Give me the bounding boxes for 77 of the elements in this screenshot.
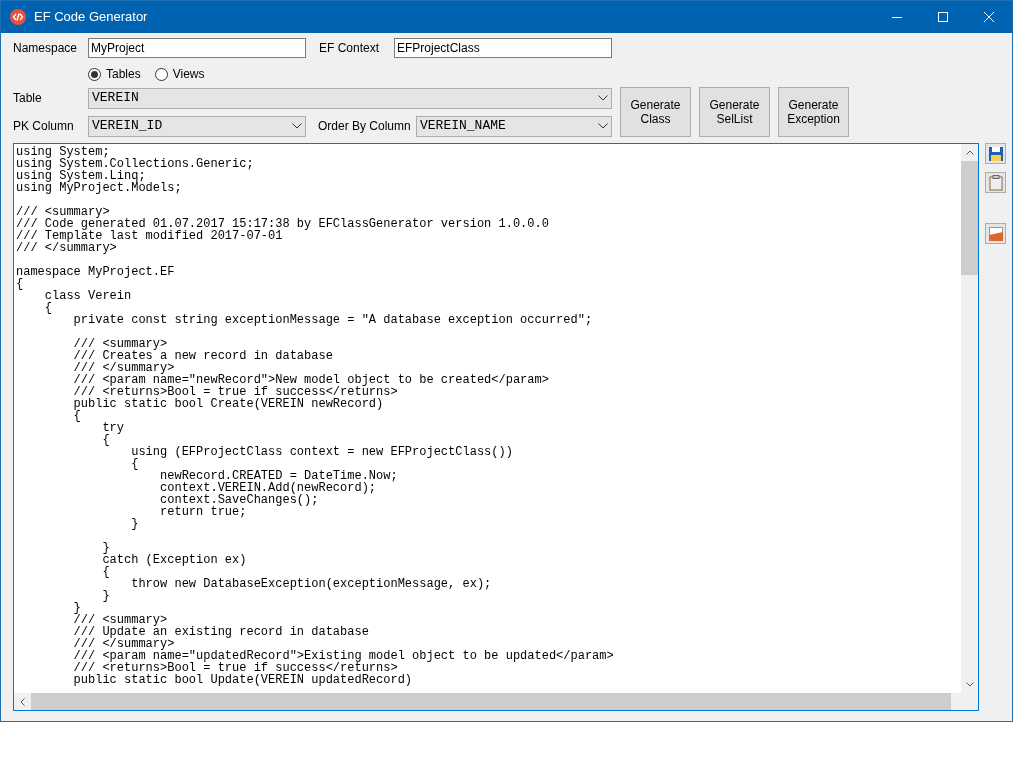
scrollbar-thumb[interactable] <box>961 161 978 275</box>
vertical-scrollbar[interactable] <box>961 144 978 693</box>
radio-option[interactable]: Views <box>154 65 205 83</box>
code-line: throw new DatabaseException(exceptionMessage, ex); <box>130 577 492 591</box>
code-line: /// </summary> <box>72 361 175 375</box>
code-line: context.SaveChanges(); <box>159 493 319 507</box>
code-line: catch (Exception ex) <box>101 553 247 567</box>
ef-context-field[interactable]: EFProjectClass <box>394 38 612 58</box>
radio-button[interactable] <box>154 67 168 81</box>
code-line: newRecord.CREATED = DateTime.Now; <box>159 469 398 483</box>
code-line: } <box>130 517 139 531</box>
clipboard-icon <box>988 174 1003 191</box>
chevron-down-icon <box>598 123 608 129</box>
code-line: namespace MyProject.EF <box>16 265 175 279</box>
code-line: /// </summary> <box>72 637 175 651</box>
field-label: Order By Column <box>318 118 412 135</box>
code-editor[interactable] <box>13 143 979 711</box>
code-line: using System.Linq; <box>16 169 146 183</box>
code-line: } <box>101 541 110 555</box>
order-by-dropdown[interactable]: VEREIN_NAME <box>416 115 612 137</box>
code-line: { <box>101 433 110 447</box>
code-line: /// <returns>Bool = true if success</returns> <box>72 385 398 399</box>
code-line: /// Template last modified 2017-07-01 <box>16 229 283 243</box>
code-line: public static bool Update(VEREIN updatedRecord) <box>72 673 413 687</box>
window-title: EF Code Generator <box>34 8 148 27</box>
code-line: using MyProject.Models; <box>16 181 182 195</box>
field-label: Namespace <box>13 40 79 57</box>
code-line: /// Creates a new record in database <box>72 349 333 363</box>
code-line: using System; <box>16 145 110 159</box>
minimize-icon <box>892 16 902 18</box>
code-line: /// <param name="newRecord">New model object to be created</param> <box>72 373 549 387</box>
code-line: using System.Collections.Generic; <box>16 157 254 171</box>
copy-button[interactable] <box>985 172 1006 193</box>
code-line: try <box>101 421 125 435</box>
code-line: return true; <box>159 505 247 519</box>
close-icon <box>984 12 994 22</box>
code-line: private const string exceptionMessage = "A database exception occurred"; <box>72 313 593 327</box>
code-line: using (EFProjectClass context = new EFProjectClass()) <box>130 445 513 459</box>
chevron-down-icon <box>598 95 608 101</box>
table-dropdown[interactable]: VEREIN <box>88 87 612 109</box>
radio-button[interactable] <box>88 67 101 81</box>
radio-option[interactable]: Tables <box>88 65 141 83</box>
scroll-left-icon <box>20 697 25 706</box>
code-line: /// </summary> <box>16 241 117 255</box>
code-line: /// Update an existing record in database <box>72 625 369 639</box>
eraser-icon <box>987 225 1004 242</box>
code-line: } <box>72 601 81 615</box>
code-icon <box>10 9 26 25</box>
chevron-down-icon <box>292 123 302 129</box>
code-line: public static bool Create(VEREIN newRecord) <box>72 397 384 411</box>
code-line: { <box>16 277 24 291</box>
code-line: /// <param name="updatedRecord">Existing model object to be updated</param> <box>72 649 614 663</box>
code-line: { <box>72 409 81 423</box>
code-line: { <box>101 565 110 579</box>
code-line: { <box>43 301 52 315</box>
code-line: /// <returns>Bool = true if success</returns> <box>72 661 398 675</box>
field-label: Table <box>13 90 43 107</box>
generate-button[interactable]: Generate Exception <box>778 87 849 137</box>
code-line: context.VEREIN.Add(newRecord); <box>159 481 377 495</box>
generate-button[interactable]: Generate SelList <box>699 87 770 137</box>
code-line: /// Code generated 01.07.2017 15:17:38 by EFClassGenerator version 1.0.0.0 <box>16 217 549 231</box>
code-line: /// <summary> <box>72 613 168 627</box>
code-line: { <box>130 457 139 471</box>
field-label: EF Context <box>319 40 381 57</box>
generate-button[interactable]: Generate Class <box>620 87 691 137</box>
clear-button[interactable] <box>985 223 1006 244</box>
scroll-up-icon <box>965 150 974 155</box>
field-label: PK Column <box>13 118 75 135</box>
code-line: /// <summary> <box>16 205 110 219</box>
pk-column-dropdown[interactable]: VEREIN_ID <box>88 115 306 137</box>
maximize-icon <box>938 12 948 22</box>
save-button[interactable] <box>985 143 1006 164</box>
namespace-field[interactable]: MyProject <box>88 38 306 58</box>
code-line: /// <summary> <box>72 337 168 351</box>
scroll-down-icon <box>965 682 974 687</box>
code-line: class Verein <box>43 289 132 303</box>
code-line: } <box>101 589 110 603</box>
